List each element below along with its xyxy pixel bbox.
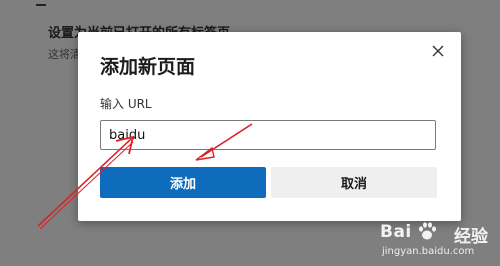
settings-page: 设置为当前已打开的所有标签页 这将清 添加新页面 输入 URL 添加 取消 Ba…: [0, 0, 500, 266]
watermark-suffix: 经验: [454, 227, 488, 247]
watermark-brand: Bai: [380, 222, 412, 242]
watermark-url: jingyan.baidu.com: [382, 246, 475, 257]
url-input[interactable]: [100, 120, 436, 150]
close-icon: [432, 45, 444, 57]
add-button[interactable]: 添加: [100, 167, 266, 198]
cancel-button[interactable]: 取消: [271, 167, 437, 198]
dialog-title: 添加新页面: [100, 56, 196, 78]
url-label: 输入 URL: [100, 97, 152, 111]
background-mark: [36, 0, 46, 6]
add-new-page-dialog: 添加新页面 输入 URL 添加 取消: [78, 32, 461, 221]
background-subtext: 这将清: [48, 48, 81, 61]
baidu-jingyan-watermark: Bai 经验 jingyan.baidu.com: [376, 220, 494, 262]
close-button[interactable]: [427, 40, 449, 62]
paw-icon: [419, 222, 436, 240]
